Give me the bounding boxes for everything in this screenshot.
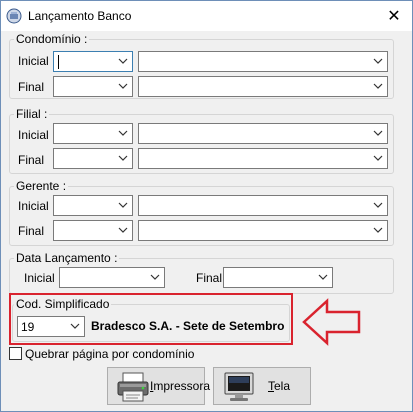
chevron-down-icon: [373, 58, 383, 64]
condominio-final-name-select[interactable]: [138, 76, 388, 97]
tela-button-label: Tela: [268, 379, 291, 393]
chevron-down-icon: [118, 155, 128, 161]
gerente-inicial-name-select[interactable]: [138, 195, 388, 216]
app-icon: [6, 8, 22, 24]
impressora-button-label: Impressora: [150, 379, 211, 393]
filial-inicial-name-select[interactable]: [138, 123, 388, 144]
gerente-final-code-select[interactable]: [53, 220, 133, 241]
filial-inicial-code-select[interactable]: [53, 123, 133, 144]
chevron-down-icon: [373, 227, 383, 233]
gerente-group-title: Gerente :: [14, 179, 69, 193]
gerente-inicial-label: Inicial: [18, 199, 49, 213]
condominio-inicial-name-select[interactable]: [138, 51, 388, 72]
text-cursor: [58, 55, 59, 69]
data-final-picker[interactable]: [223, 267, 333, 288]
chevron-down-icon: [150, 274, 160, 280]
highlight-box: [9, 293, 293, 345]
filial-final-label: Final: [18, 153, 45, 167]
condominio-final-label: Final: [18, 80, 45, 94]
data-lancamento-group-title: Data Lançamento :: [14, 251, 120, 265]
arrow-left-outline-icon: [302, 298, 361, 346]
close-button[interactable]: ✕: [377, 1, 411, 30]
chevron-down-icon: [373, 83, 383, 89]
gerente-inicial-code-select[interactable]: [53, 195, 133, 216]
quebrar-pagina-checkbox[interactable]: [9, 347, 22, 360]
chevron-down-icon: [118, 227, 128, 233]
chevron-down-icon: [118, 202, 128, 208]
data-final-label: Final: [196, 271, 223, 285]
chevron-down-icon: [373, 130, 383, 136]
chevron-down-icon: [118, 130, 128, 136]
gerente-final-label: Final: [18, 224, 45, 238]
filial-final-code-select[interactable]: [53, 148, 133, 169]
gerente-final-name-select[interactable]: [138, 220, 388, 241]
condominio-inicial-code-select[interactable]: [53, 51, 133, 72]
filial-inicial-label: Inicial: [18, 128, 49, 142]
chevron-down-icon: [118, 83, 128, 89]
chevron-down-icon: [373, 202, 383, 208]
tela-button[interactable]: Tela: [213, 367, 311, 405]
condominio-final-code-select[interactable]: [53, 76, 133, 97]
quebrar-pagina-label: Quebrar página por condomínio: [25, 347, 195, 361]
printer-icon: [117, 372, 149, 402]
window-title: Lançamento Banco: [28, 9, 132, 23]
chevron-down-icon: [373, 155, 383, 161]
chevron-down-icon: [318, 274, 328, 280]
condominio-inicial-label: Inicial: [18, 54, 49, 68]
monitor-icon: [224, 372, 254, 401]
condominio-group-title: Condomínio :: [14, 32, 90, 46]
chevron-down-icon: [118, 58, 128, 64]
filial-final-name-select[interactable]: [138, 148, 388, 169]
data-inicial-label: Inicial: [24, 271, 55, 285]
title-bar: Lançamento Banco ✕: [1, 1, 412, 31]
filial-group-title: Filial :: [14, 107, 50, 121]
close-icon: ✕: [387, 7, 401, 25]
data-inicial-picker[interactable]: [59, 267, 165, 288]
dialog-window: Lançamento Banco ✕ Condomínio : Inicial …: [0, 0, 413, 412]
impressora-button[interactable]: Impressora: [107, 367, 210, 405]
